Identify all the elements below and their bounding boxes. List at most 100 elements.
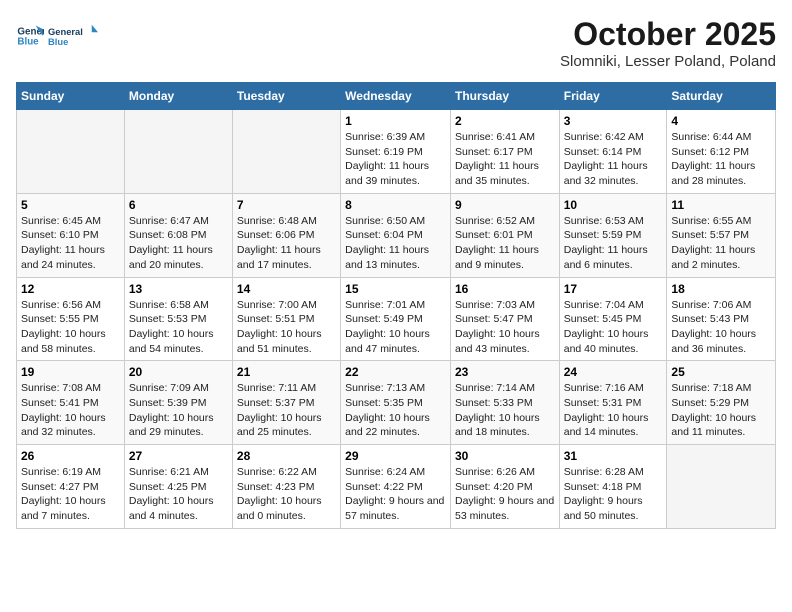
day-info: Sunrise: 6:53 AM Sunset: 5:59 PM Dayligh… (564, 214, 663, 273)
day-info: Sunrise: 6:41 AM Sunset: 6:17 PM Dayligh… (455, 130, 555, 189)
calendar-cell: 11Sunrise: 6:55 AM Sunset: 5:57 PM Dayli… (667, 193, 776, 277)
header-friday: Friday (559, 83, 667, 110)
header-monday: Monday (124, 83, 232, 110)
calendar-week-row: 12 Sunrise: 6:56 AM Sunset: 5:55 PM Dayli… (17, 277, 776, 361)
day-number: 2 (455, 114, 555, 128)
day-number: 24 (564, 365, 663, 379)
general-blue-logo-svg: General Blue (48, 16, 98, 56)
day-number: 19 (21, 365, 120, 379)
calendar-cell: 12 Sunrise: 6:56 AM Sunset: 5:55 PM Dayli… (17, 277, 125, 361)
calendar-cell (17, 110, 125, 194)
calendar-cell: 3Sunrise: 6:42 AM Sunset: 6:14 PM Daylig… (559, 110, 667, 194)
day-number: 15 (345, 282, 446, 296)
day-info: Sunrise: 7:18 AM Sunset: 5:29 PM Dayligh… (671, 381, 771, 440)
calendar-cell: 8 Sunrise: 6:50 AM Sunset: 6:04 PM Daylig… (341, 193, 451, 277)
calendar-week-row: 19 Sunrise: 7:08 AM Sunset: 5:41 PM Dayli… (17, 361, 776, 445)
logo: General Blue General Blue (16, 16, 98, 56)
svg-text:General: General (48, 27, 83, 37)
day-number: 12 (21, 282, 120, 296)
svg-text:Blue: Blue (17, 36, 39, 47)
day-number: 16 (455, 282, 555, 296)
calendar-cell (667, 445, 776, 529)
day-number: 28 (237, 449, 336, 463)
calendar-week-row: 1Sunrise: 6:39 AM Sunset: 6:19 PM Daylig… (17, 110, 776, 194)
day-number: 18 (671, 282, 771, 296)
header-wednesday: Wednesday (341, 83, 451, 110)
day-number: 31 (564, 449, 663, 463)
day-info: Sunrise: 6:19 AM Sunset: 4:27 PM Dayligh… (21, 465, 120, 524)
day-info: Sunrise: 6:26 AM Sunset: 4:20 PM Dayligh… (455, 465, 555, 524)
day-number: 27 (129, 449, 228, 463)
page-header: General Blue General Blue October 2025 S… (16, 16, 776, 70)
day-number: 26 (21, 449, 120, 463)
calendar-cell (124, 110, 232, 194)
calendar-cell: 27 Sunrise: 6:21 AM Sunset: 4:25 PM Dayli… (124, 445, 232, 529)
day-info: Sunrise: 7:01 AM Sunset: 5:49 PM Dayligh… (345, 298, 446, 357)
calendar-cell: 24 Sunrise: 7:16 AM Sunset: 5:31 PM Dayli… (559, 361, 667, 445)
day-info: Sunrise: 6:47 AM Sunset: 6:08 PM Dayligh… (129, 214, 228, 273)
calendar-cell: 4 Sunrise: 6:44 AM Sunset: 6:12 PM Daylig… (667, 110, 776, 194)
calendar-cell: 7 Sunrise: 6:48 AM Sunset: 6:06 PM Daylig… (232, 193, 340, 277)
day-info: Sunrise: 7:16 AM Sunset: 5:31 PM Dayligh… (564, 381, 663, 440)
day-number: 20 (129, 365, 228, 379)
calendar-table: SundayMondayTuesdayWednesdayThursdayFrid… (16, 82, 776, 529)
day-info: Sunrise: 7:14 AM Sunset: 5:33 PM Dayligh… (455, 381, 555, 440)
location-title: Slomniki, Lesser Poland, Poland (560, 53, 776, 70)
calendar-cell: 6 Sunrise: 6:47 AM Sunset: 6:08 PM Daylig… (124, 193, 232, 277)
header-tuesday: Tuesday (232, 83, 340, 110)
day-number: 9 (455, 198, 555, 212)
title-area: October 2025 Slomniki, Lesser Poland, Po… (560, 16, 776, 70)
day-info: Sunrise: 7:08 AM Sunset: 5:41 PM Dayligh… (21, 381, 120, 440)
day-info: Sunrise: 6:52 AM Sunset: 6:01 PM Dayligh… (455, 214, 555, 273)
calendar-cell: 21Sunrise: 7:11 AM Sunset: 5:37 PM Dayli… (232, 361, 340, 445)
calendar-cell: 18Sunrise: 7:06 AM Sunset: 5:43 PM Dayli… (667, 277, 776, 361)
calendar-cell: 22Sunrise: 7:13 AM Sunset: 5:35 PM Dayli… (341, 361, 451, 445)
day-number: 11 (671, 198, 771, 212)
day-info: Sunrise: 6:56 AM Sunset: 5:55 PM Dayligh… (21, 298, 120, 357)
day-info: Sunrise: 6:24 AM Sunset: 4:22 PM Dayligh… (345, 465, 446, 524)
calendar-cell: 25 Sunrise: 7:18 AM Sunset: 5:29 PM Dayli… (667, 361, 776, 445)
header-sunday: Sunday (17, 83, 125, 110)
calendar-cell: 31Sunrise: 6:28 AM Sunset: 4:18 PM Dayli… (559, 445, 667, 529)
calendar-cell: 10Sunrise: 6:53 AM Sunset: 5:59 PM Dayli… (559, 193, 667, 277)
day-info: Sunrise: 7:09 AM Sunset: 5:39 PM Dayligh… (129, 381, 228, 440)
day-number: 8 (345, 198, 446, 212)
day-number: 23 (455, 365, 555, 379)
day-number: 14 (237, 282, 336, 296)
day-number: 30 (455, 449, 555, 463)
day-info: Sunrise: 6:42 AM Sunset: 6:14 PM Dayligh… (564, 130, 663, 189)
day-number: 4 (671, 114, 771, 128)
calendar-cell: 15 Sunrise: 7:01 AM Sunset: 5:49 PM Dayli… (341, 277, 451, 361)
logo-icon: General Blue (16, 22, 44, 50)
calendar-cell: 9 Sunrise: 6:52 AM Sunset: 6:01 PM Daylig… (450, 193, 559, 277)
calendar-cell (232, 110, 340, 194)
day-info: Sunrise: 6:44 AM Sunset: 6:12 PM Dayligh… (671, 130, 771, 189)
calendar-cell: 5 Sunrise: 6:45 AM Sunset: 6:10 PM Daylig… (17, 193, 125, 277)
day-info: Sunrise: 6:21 AM Sunset: 4:25 PM Dayligh… (129, 465, 228, 524)
day-number: 7 (237, 198, 336, 212)
day-number: 25 (671, 365, 771, 379)
day-info: Sunrise: 7:03 AM Sunset: 5:47 PM Dayligh… (455, 298, 555, 357)
day-info: Sunrise: 7:11 AM Sunset: 5:37 PM Dayligh… (237, 381, 336, 440)
calendar-cell: 1Sunrise: 6:39 AM Sunset: 6:19 PM Daylig… (341, 110, 451, 194)
day-info: Sunrise: 6:50 AM Sunset: 6:04 PM Dayligh… (345, 214, 446, 273)
day-info: Sunrise: 6:45 AM Sunset: 6:10 PM Dayligh… (21, 214, 120, 273)
day-number: 22 (345, 365, 446, 379)
day-info: Sunrise: 6:22 AM Sunset: 4:23 PM Dayligh… (237, 465, 336, 524)
day-info: Sunrise: 6:48 AM Sunset: 6:06 PM Dayligh… (237, 214, 336, 273)
day-number: 29 (345, 449, 446, 463)
calendar-cell: 26 Sunrise: 6:19 AM Sunset: 4:27 PM Dayli… (17, 445, 125, 529)
day-number: 5 (21, 198, 120, 212)
calendar-cell: 17Sunrise: 7:04 AM Sunset: 5:45 PM Dayli… (559, 277, 667, 361)
calendar-cell: 19 Sunrise: 7:08 AM Sunset: 5:41 PM Dayli… (17, 361, 125, 445)
day-number: 1 (345, 114, 446, 128)
day-number: 6 (129, 198, 228, 212)
calendar-cell: 20 Sunrise: 7:09 AM Sunset: 5:39 PM Dayli… (124, 361, 232, 445)
day-number: 13 (129, 282, 228, 296)
calendar-week-row: 5 Sunrise: 6:45 AM Sunset: 6:10 PM Daylig… (17, 193, 776, 277)
calendar-header-row: SundayMondayTuesdayWednesdayThursdayFrid… (17, 83, 776, 110)
calendar-cell: 16 Sunrise: 7:03 AM Sunset: 5:47 PM Dayli… (450, 277, 559, 361)
day-info: Sunrise: 7:04 AM Sunset: 5:45 PM Dayligh… (564, 298, 663, 357)
calendar-cell: 29 Sunrise: 6:24 AM Sunset: 4:22 PM Dayli… (341, 445, 451, 529)
day-info: Sunrise: 6:58 AM Sunset: 5:53 PM Dayligh… (129, 298, 228, 357)
